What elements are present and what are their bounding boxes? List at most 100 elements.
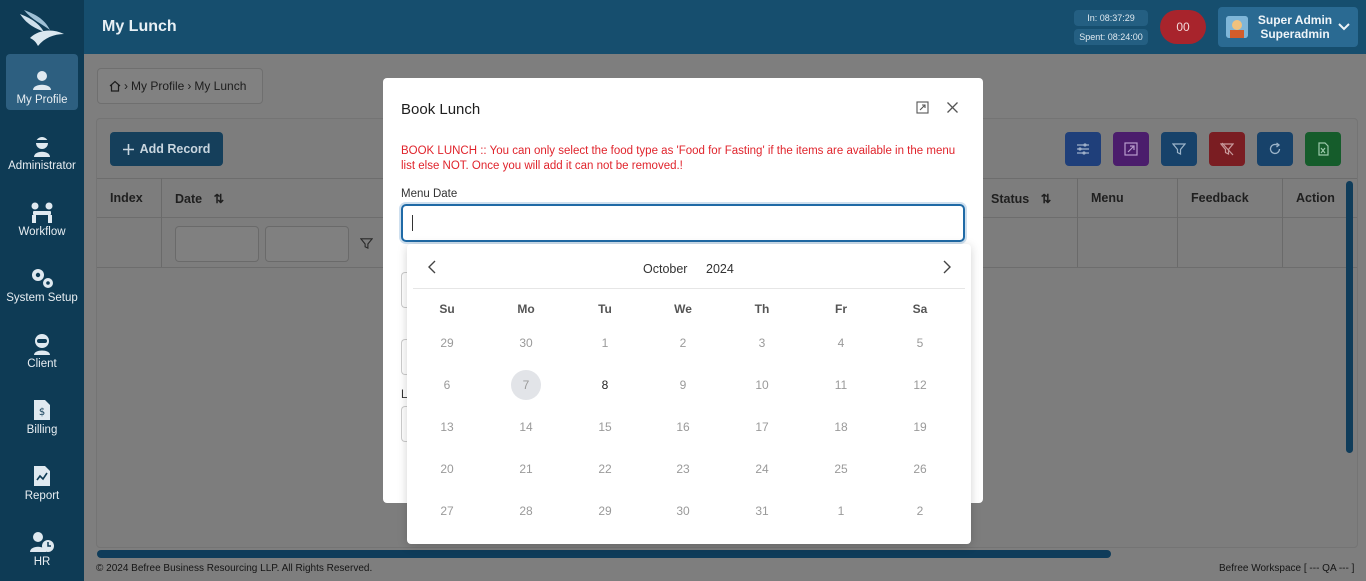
calendar-day[interactable]: 1 xyxy=(590,328,620,358)
calendar-month[interactable]: October xyxy=(643,262,687,276)
calendar-day[interactable]: 4 xyxy=(826,328,856,358)
calendar-day[interactable]: 6 xyxy=(432,370,462,400)
calendar-day[interactable]: 30 xyxy=(511,328,541,358)
time-in-badge: In: 08:37:29 xyxy=(1074,10,1148,26)
export-excel-button[interactable] xyxy=(1305,132,1341,166)
vertical-scrollbar[interactable] xyxy=(1346,181,1353,453)
calendar-day[interactable]: 7 xyxy=(511,370,541,400)
breadcrumb: › My Profile › My Lunch xyxy=(97,68,263,104)
sidebar-item-report[interactable]: Report xyxy=(6,450,78,506)
calendar-day[interactable]: 22 xyxy=(590,454,620,484)
maximize-icon[interactable] xyxy=(916,101,929,114)
sidebar-item-billing[interactable]: $ Billing xyxy=(6,384,78,440)
calendar-day[interactable]: 14 xyxy=(511,412,541,442)
workflow-icon xyxy=(31,202,53,223)
calendar-day[interactable]: 10 xyxy=(747,370,777,400)
column-date[interactable]: Date ⇅ xyxy=(175,191,224,206)
column-settings-button[interactable] xyxy=(1065,132,1101,166)
calendar-day[interactable]: 31 xyxy=(747,496,777,526)
svg-text:$: $ xyxy=(39,407,45,418)
column-status[interactable]: Status ⇅ xyxy=(991,191,1051,206)
calendar-day[interactable]: 23 xyxy=(668,454,698,484)
calendar-day[interactable]: 19 xyxy=(905,412,935,442)
user-menu[interactable]: Super Admin Superadmin xyxy=(1218,7,1358,47)
calendar-day[interactable]: 30 xyxy=(668,496,698,526)
refresh-icon xyxy=(1269,142,1281,155)
filter-icon[interactable] xyxy=(360,237,373,250)
close-icon[interactable] xyxy=(946,101,959,114)
sidebar-item-system-setup[interactable]: System Setup xyxy=(6,252,78,308)
logo-icon xyxy=(20,10,64,46)
chevron-down-icon xyxy=(1338,23,1350,31)
sidebar-item-workflow[interactable]: Workflow xyxy=(6,186,78,242)
calendar-day[interactable]: 13 xyxy=(432,412,462,442)
sort-icon[interactable]: ⇅ xyxy=(214,192,224,206)
filter-clear-icon xyxy=(1220,142,1234,156)
calendar-day[interactable]: 17 xyxy=(747,412,777,442)
calendar-day[interactable]: 27 xyxy=(432,496,462,526)
calendar-day[interactable]: 11 xyxy=(826,370,856,400)
user-icon xyxy=(33,71,51,90)
add-record-button[interactable]: Add Record xyxy=(110,132,223,166)
notification-button[interactable]: 00 xyxy=(1160,10,1206,44)
sidebar-item-label: Client xyxy=(27,358,57,370)
calendar-day[interactable]: 15 xyxy=(590,412,620,442)
calendar-day[interactable]: 24 xyxy=(747,454,777,484)
date-picker: October 2024 Su Mo Tu We Th Fr Sa 29 30 1 2 3 4 5 6 7 8 9… xyxy=(407,244,971,544)
filter-button[interactable] xyxy=(1161,132,1197,166)
top-header: My Lunch In: 08:37:29 Spent: 08:24:00 00… xyxy=(84,0,1366,54)
footer-copyright: © 2024 Befree Business Resourcing LLP. A… xyxy=(96,563,373,574)
booking-notice: BOOK LUNCH :: You can only select the fo… xyxy=(401,145,956,172)
calendar-day[interactable]: 18 xyxy=(826,412,856,442)
weekday-header: Mo xyxy=(517,302,535,316)
excel-icon xyxy=(1318,142,1329,156)
breadcrumb-my-profile[interactable]: My Profile xyxy=(131,79,184,93)
calendar-day[interactable]: 28 xyxy=(511,496,541,526)
chevron-right-icon: › xyxy=(187,79,192,93)
calendar-day[interactable]: 9 xyxy=(668,370,698,400)
date-to-filter[interactable] xyxy=(265,226,349,262)
calendar-day[interactable]: 8 xyxy=(590,370,620,400)
calendar-day[interactable]: 1 xyxy=(826,496,856,526)
calendar-day[interactable]: 21 xyxy=(511,454,541,484)
weekday-header: We xyxy=(674,302,692,316)
calendar-day[interactable]: 5 xyxy=(905,328,935,358)
sort-icon[interactable]: ⇅ xyxy=(1041,192,1051,206)
calendar-day[interactable]: 26 xyxy=(905,454,935,484)
calendar-day[interactable]: 29 xyxy=(590,496,620,526)
calendar-day[interactable]: 3 xyxy=(747,328,777,358)
footer-workspace: Befree Workspace [ --- QA --- ] xyxy=(1219,563,1355,574)
column-menu: Menu xyxy=(1091,191,1124,205)
sidebar-item-administrator[interactable]: Administrator xyxy=(6,120,78,176)
expand-button[interactable] xyxy=(1113,132,1149,166)
calendar-day[interactable]: 2 xyxy=(668,328,698,358)
expand-icon xyxy=(1124,142,1138,156)
calendar-year[interactable]: 2024 xyxy=(706,262,734,276)
gears-icon xyxy=(32,269,53,288)
user-display-name: Super Admin xyxy=(1257,13,1333,27)
calendar-day[interactable]: 25 xyxy=(826,454,856,484)
sidebar-item-label: HR xyxy=(33,556,51,568)
menu-date-input[interactable] xyxy=(401,204,965,242)
calendar-day[interactable]: 12 xyxy=(905,370,935,400)
column-index: Index xyxy=(110,191,143,205)
calendar-day[interactable]: 16 xyxy=(668,412,698,442)
clear-filter-button[interactable] xyxy=(1209,132,1245,166)
sidebar-item-client[interactable]: Client xyxy=(6,318,78,374)
chevron-left-icon[interactable] xyxy=(427,260,437,274)
filter-icon xyxy=(1172,143,1186,155)
weekday-header: Fr xyxy=(835,302,847,316)
calendar-day[interactable]: 2 xyxy=(905,496,935,526)
calendar-day[interactable]: 20 xyxy=(432,454,462,484)
sliders-icon xyxy=(1077,143,1089,155)
page-title: My Lunch xyxy=(102,18,177,35)
chevron-right-icon[interactable] xyxy=(942,260,952,274)
horizontal-scrollbar[interactable] xyxy=(97,550,1111,558)
sidebar-item-label: Report xyxy=(24,490,60,502)
home-icon[interactable] xyxy=(109,80,121,92)
sidebar-item-my-profile[interactable]: My Profile xyxy=(6,54,78,110)
refresh-button[interactable] xyxy=(1257,132,1293,166)
calendar-day[interactable]: 29 xyxy=(432,328,462,358)
date-from-filter[interactable] xyxy=(175,226,259,262)
sidebar-item-hr[interactable]: HR xyxy=(6,516,78,572)
